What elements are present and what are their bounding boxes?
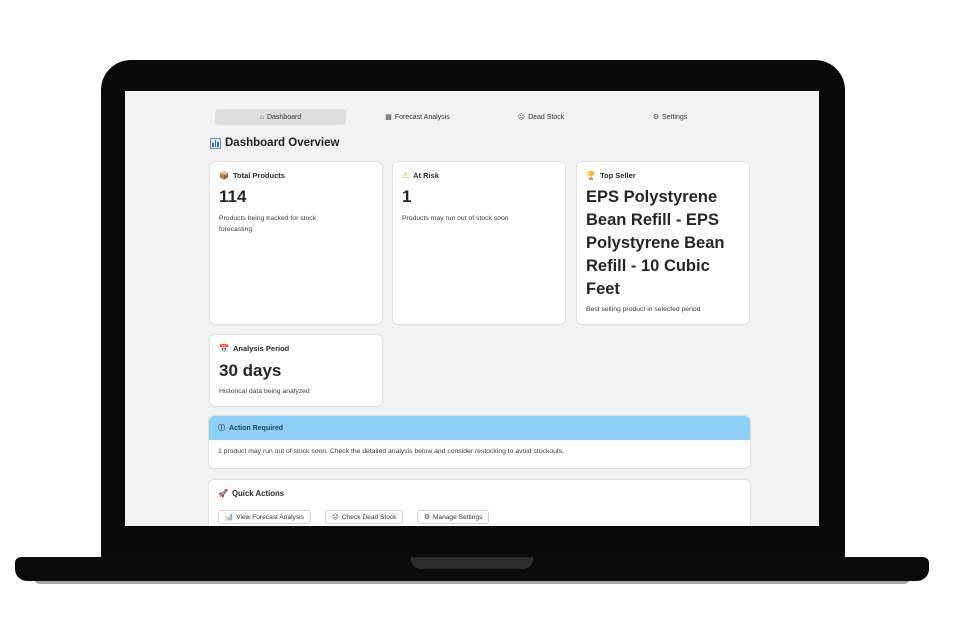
quick-actions-title: 🚀 Quick Actions — [218, 489, 284, 498]
card-value: 30 days — [219, 361, 282, 380]
alert-title: Action Required — [229, 424, 284, 432]
card-top-seller: 🏆 Top Seller EPS Polystyrene Bean Refill… — [577, 162, 749, 324]
trophy-icon: 🏆 — [586, 170, 596, 180]
check-dead-stock-button[interactable]: ☹ Check Dead Stock — [325, 510, 404, 524]
quick-actions-title-text: Quick Actions — [231, 489, 285, 498]
view-forecast-analysis-button[interactable]: 📊 View Forecast Analysis — [218, 510, 311, 524]
warning-icon: ⚠ — [402, 170, 410, 180]
tab-dashboard[interactable]: ⌂ Dashboard — [215, 109, 346, 125]
calendar-icon: 📅 — [219, 343, 229, 353]
tab-label: Dead Stock — [528, 113, 565, 121]
page-title-text: Dashboard Overview — [225, 137, 340, 149]
alert-header: ⓘ Action Required — [209, 416, 750, 440]
quick-actions-panel: 🚀 Quick Actions 📊 View Forecast Analysis… — [209, 480, 750, 526]
info-icon: ⓘ — [218, 425, 225, 432]
package-icon: 📦 — [219, 170, 229, 180]
button-label: View Forecast Analysis — [236, 513, 304, 521]
rocket-icon: 🚀 — [218, 488, 228, 498]
tab-label: Dashboard — [266, 113, 302, 121]
card-title: Top Seller — [599, 171, 636, 180]
tab-settings[interactable]: ⚙ Settings — [615, 109, 725, 125]
manage-settings-button[interactable]: ⚙ Manage Settings — [417, 510, 490, 524]
card-description: Historical data being analyzed — [219, 388, 310, 395]
tab-label: Forecast Analysis — [394, 113, 450, 121]
card-header: 📅 Analysis Period — [219, 344, 289, 353]
card-header: ⚠ At Risk — [402, 171, 439, 180]
action-required-alert: ⓘ Action Required 1 product may run out … — [209, 416, 750, 468]
skull-icon: ☹ — [517, 114, 526, 121]
top-nav: ⌂ Dashboard ▦ Forecast Analysis ☹ Dead S… — [215, 109, 705, 125]
gear-icon: ⚙ — [652, 114, 659, 121]
card-description: Best selling product in selected period — [586, 306, 701, 313]
card-value: EPS Polystyrene Bean Refill - EPS Polyst… — [586, 188, 725, 298]
button-label: Manage Settings — [432, 513, 483, 521]
card-value: 1 — [402, 187, 412, 206]
card-header: 🏆 Top Seller — [586, 171, 636, 180]
card-analysis-period: 📅 Analysis Period 30 days Historical dat… — [210, 335, 382, 406]
card-at-risk: ⚠ At Risk 1 Products may run out of stoc… — [393, 162, 565, 324]
tab-label: Settings — [661, 113, 688, 121]
page-title: Dashboard Overview — [210, 137, 339, 149]
alert-message: 1 product may run out of stock soon. Che… — [218, 448, 565, 455]
bar-chart-icon — [210, 137, 221, 149]
button-label: Check Dead Stock — [341, 513, 397, 521]
laptop-notch — [411, 557, 533, 569]
tab-dead-stock[interactable]: ☹ Dead Stock — [485, 109, 597, 125]
card-title: At Risk — [413, 171, 440, 180]
home-icon: ⌂ — [259, 113, 264, 121]
skull-icon: ☹ — [332, 514, 339, 521]
card-title: Total Products — [232, 171, 285, 180]
card-description: Products being tracked for stock forecas… — [219, 215, 317, 233]
card-header: 📦 Total Products — [219, 171, 285, 180]
card-description: Products may run out of stock soon — [402, 215, 509, 222]
app-screen: ⌂ Dashboard ▦ Forecast Analysis ☹ Dead S… — [125, 91, 819, 526]
card-total-products: 📦 Total Products 114 Products being trac… — [210, 162, 382, 324]
chart-icon: ▦ — [385, 114, 392, 121]
gear-icon: ⚙ — [424, 514, 430, 521]
card-title: Analysis Period — [232, 344, 290, 353]
card-value: 114 — [219, 187, 247, 206]
chart-icon: 📊 — [225, 514, 234, 521]
tab-forecast-analysis[interactable]: ▦ Forecast Analysis — [355, 109, 480, 125]
